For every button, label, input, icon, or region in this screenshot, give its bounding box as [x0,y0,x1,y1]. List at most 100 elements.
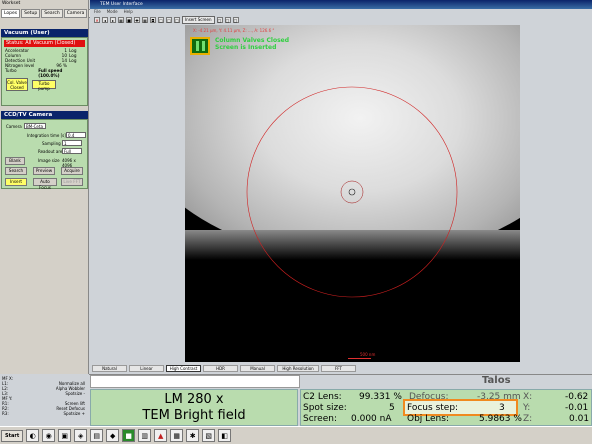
vacuum-panel-body: Status: All Vacuum (Closed) Accelerator 1… [1,37,88,106]
desktop: Workset Lopes Setup Search Camera TL Vac… [0,0,592,444]
explorer-icon[interactable]: ◐ [26,429,40,442]
square-icon[interactable]: □ [174,17,180,23]
readout-label: Readout area [38,149,65,154]
browser-icon[interactable]: ◉ [42,429,56,442]
filter-linear[interactable]: Linear [129,365,164,372]
arrow-icon[interactable]: ◂ [102,17,108,23]
app-icon[interactable]: ▤ [90,429,104,442]
vacuum-row-label: Turbo [5,68,17,73]
preview-button[interactable]: Preview [33,167,55,175]
filter-fft[interactable]: FFT [321,365,356,372]
square-icon[interactable]: □ [166,17,172,23]
tab-search[interactable]: Search [41,9,63,18]
square-icon[interactable]: □ [158,17,164,23]
app-icon[interactable]: ▧ [202,429,216,442]
vacuum-panel-title[interactable]: Vacuum (User) [1,29,88,37]
brand-label: Talos [482,375,511,386]
status-overlay: Column Valves Closed Screen is Inserted [190,37,289,55]
turbo-pump-button[interactable]: Turbo pump [32,80,56,91]
panel-key-map: MF X: L1: Normalize all L2: Alpha Wobbler … [0,374,89,426]
live-image-viewer[interactable]: X: -4.21 µm, Y: 4.11 µm, Z: ..., A: 126.… [185,25,520,362]
close-icon[interactable]: ✕ [94,17,100,23]
app-icon[interactable]: ◈ [74,429,88,442]
filter-tabs: Natural Linear High Contrast HDR Manual … [90,364,592,373]
obj-lens-value: 5.9863 % [479,414,522,424]
filter-hdr[interactable]: HDR [203,365,238,372]
beam-circle [246,86,458,298]
insert-button[interactable]: Insert [5,178,27,186]
screen-current-label: Screen: [303,414,337,424]
grid-icon[interactable]: ▦ [118,17,124,23]
stop-icon[interactable]: ■ [126,17,132,23]
readout-select[interactable]: Full [62,148,82,154]
integration-input[interactable]: 0.4 [66,132,86,138]
app-icon[interactable]: ✱ [186,429,200,442]
tem-window-title: TEM User Interface [90,0,592,9]
app-icon[interactable]: ▥ [138,429,152,442]
command-input[interactable] [90,375,300,388]
sampling-select[interactable]: 1 [62,140,82,146]
camera-select[interactable]: BM-Ceta [24,123,46,129]
sampling-label: Sampling [42,141,61,146]
filter-high-resolution[interactable]: High Resolution [277,365,319,372]
stage-z-value: 0.01 [569,414,590,424]
spot-size-value: 5 [389,403,395,413]
start-button[interactable]: Start [1,429,24,442]
filter-natural[interactable]: Natural [92,365,127,372]
app-icon[interactable]: ◧ [218,429,232,442]
grid-icon[interactable]: ▦ [142,17,148,23]
app-icon[interactable]: ▲ [154,429,168,442]
obj-lens-label: Obj Lens: [407,414,449,424]
toolbar: ✕ ◂ ▸ ▦ ■ ✚ ▦ ◘ □ □ □ Insert Screen □ □ … [92,15,592,25]
search-button[interactable]: Search [5,167,27,175]
folder-icon[interactable]: ▣ [58,429,72,442]
blank-button[interactable]: Blank [5,157,25,165]
square-icon[interactable]: □ [224,17,231,23]
scale-bar [348,358,371,359]
square-icon[interactable]: □ [232,17,239,23]
tab-setup[interactable]: Setup [21,9,41,18]
auto-focus-button[interactable]: Auto Focus [33,178,57,190]
status-line-screen: Screen is Inserted [215,44,277,51]
magnification-readout: LM 280 x TEM Bright field [90,389,298,426]
insert-screen-button[interactable]: Insert Screen [182,16,215,24]
app-icon[interactable]: ◆ [106,429,120,442]
filter-high-contrast[interactable]: High Contrast [166,365,201,372]
focus-step-value: 3 [499,403,505,413]
live-fft-button: Live FFT [61,178,83,186]
ccd-panel-title[interactable]: CCD/TV Camera [1,111,88,119]
defocus-label: Defocus: [409,392,449,402]
tab-lopes[interactable]: Lopes [1,9,21,18]
workset-title: Workset [2,1,21,6]
camera-label: Camera [6,124,22,129]
inner-circle [340,180,364,204]
filter-manual[interactable]: Manual [240,365,275,372]
vacuum-status: Status: All Vacuum (Closed) [4,40,85,47]
ccd-camera-panel: CCD/TV Camera Camera BM-Ceta Integration… [1,111,88,190]
c2-lens-label: C2 Lens: [303,392,342,402]
vacuum-row-unit: Log [69,58,77,63]
acquire-button[interactable]: Acquire [61,167,83,175]
tab-camera[interactable]: Camera [63,9,88,18]
arrow-icon[interactable]: ▸ [110,17,116,23]
status-line-valves: Column Valves Closed [215,37,290,44]
stage-coordinates: X: -4.21 µm, Y: 4.11 µm, Z: ..., A: 126.… [193,28,275,33]
taskbar: Start ◐ ◉ ▣ ◈ ▤ ◆ ■ ▥ ▲ ▦ ✱ ▧ ◧ [0,426,592,444]
magnification-value: LM 280 x [164,391,224,407]
square-icon[interactable]: □ [216,17,223,23]
stage-y-value: -0.01 [565,403,589,413]
col-valve-button[interactable]: Col. Valve Closed [6,78,28,91]
c2-lens-value: 99.331 % [359,392,402,402]
ccd-panel-body: Camera BM-Ceta Integration time [s] 0.4 … [1,119,88,190]
camera-icon[interactable]: ◘ [150,17,156,23]
stage-x-label: X: [523,392,533,402]
app-icon[interactable]: ▦ [170,429,184,442]
pause-icon [190,37,210,55]
scale-bar-label: 500 nm [360,352,376,357]
tem-window: TEM User Interface File Mode Help ✕ ◂ ▸ … [90,0,592,374]
stage-z-label: Z: [523,414,533,424]
velox-icon[interactable]: ■ [122,429,136,442]
optics-readout: C2 Lens: 99.331 % Spot size: 5 Screen: 0… [300,389,592,426]
crosshair-icon[interactable]: ✚ [134,17,140,23]
center-marker [348,188,356,196]
